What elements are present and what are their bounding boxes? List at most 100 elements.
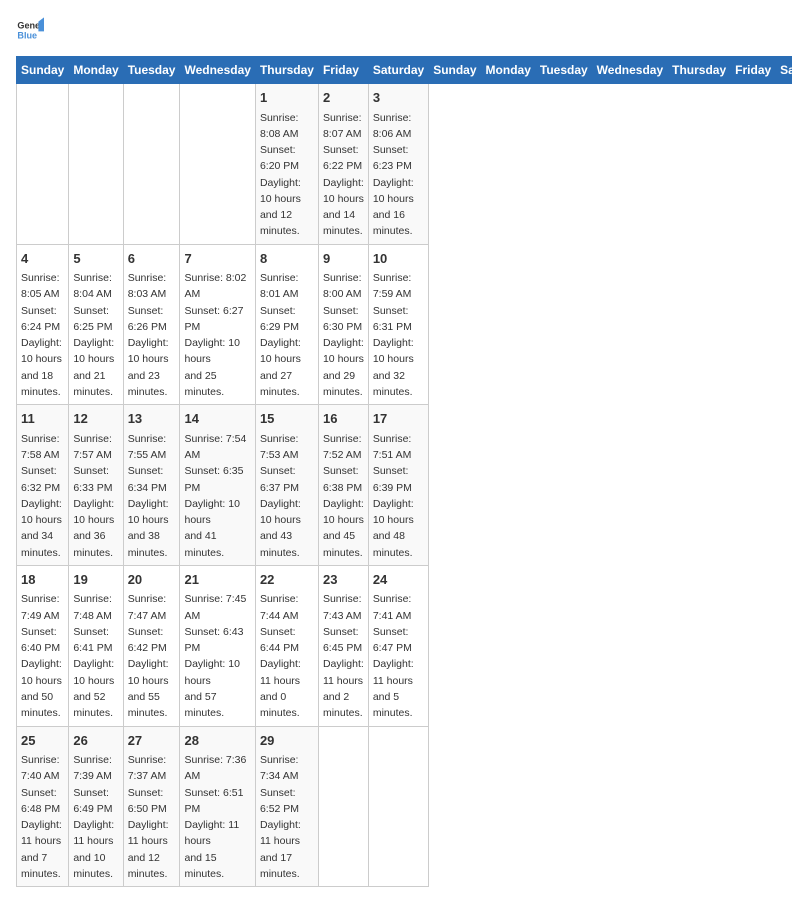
page-header: General Blue [16, 16, 776, 44]
day-number: 26 [73, 731, 118, 751]
calendar-cell: 18Sunrise: 7:49 AM Sunset: 6:40 PM Dayli… [17, 565, 69, 726]
day-info: Sunrise: 7:53 AM Sunset: 6:37 PM Dayligh… [260, 431, 314, 561]
calendar-cell: 5Sunrise: 8:04 AM Sunset: 6:25 PM Daylig… [69, 244, 123, 405]
day-number: 17 [373, 409, 424, 429]
calendar-cell: 17Sunrise: 7:51 AM Sunset: 6:39 PM Dayli… [368, 405, 428, 566]
header-day-friday: Friday [731, 57, 776, 84]
day-number: 8 [260, 249, 314, 269]
day-info: Sunrise: 8:04 AM Sunset: 6:25 PM Dayligh… [73, 270, 118, 400]
day-info: Sunrise: 8:08 AM Sunset: 6:20 PM Dayligh… [260, 110, 314, 240]
logo-icon: General Blue [16, 16, 44, 44]
header-tuesday: Tuesday [123, 57, 180, 84]
day-info: Sunrise: 7:44 AM Sunset: 6:44 PM Dayligh… [260, 591, 314, 721]
day-number: 14 [184, 409, 250, 429]
logo: General Blue [16, 16, 44, 44]
day-number: 1 [260, 88, 314, 108]
day-info: Sunrise: 7:37 AM Sunset: 6:50 PM Dayligh… [128, 752, 176, 882]
day-number: 10 [373, 249, 424, 269]
header-wednesday: Wednesday [180, 57, 255, 84]
day-info: Sunrise: 8:02 AM Sunset: 6:27 PM Dayligh… [184, 270, 250, 400]
calendar-week-row: 4Sunrise: 8:05 AM Sunset: 6:24 PM Daylig… [17, 244, 792, 405]
day-number: 13 [128, 409, 176, 429]
calendar-cell [180, 84, 255, 245]
day-number: 28 [184, 731, 250, 751]
day-info: Sunrise: 7:54 AM Sunset: 6:35 PM Dayligh… [184, 431, 250, 561]
day-number: 27 [128, 731, 176, 751]
day-info: Sunrise: 7:48 AM Sunset: 6:41 PM Dayligh… [73, 591, 118, 721]
calendar-cell [318, 726, 368, 887]
calendar-week-row: 11Sunrise: 7:58 AM Sunset: 6:32 PM Dayli… [17, 405, 792, 566]
calendar-cell [69, 84, 123, 245]
day-number: 23 [323, 570, 364, 590]
svg-text:Blue: Blue [17, 30, 37, 40]
header-day-wednesday: Wednesday [592, 57, 667, 84]
day-number: 24 [373, 570, 424, 590]
day-info: Sunrise: 7:49 AM Sunset: 6:40 PM Dayligh… [21, 591, 64, 721]
day-info: Sunrise: 7:43 AM Sunset: 6:45 PM Dayligh… [323, 591, 364, 721]
header-day-tuesday: Tuesday [535, 57, 592, 84]
calendar-cell: 26Sunrise: 7:39 AM Sunset: 6:49 PM Dayli… [69, 726, 123, 887]
calendar-cell: 12Sunrise: 7:57 AM Sunset: 6:33 PM Dayli… [69, 405, 123, 566]
calendar-week-row: 25Sunrise: 7:40 AM Sunset: 6:48 PM Dayli… [17, 726, 792, 887]
calendar-cell: 24Sunrise: 7:41 AM Sunset: 6:47 PM Dayli… [368, 565, 428, 726]
day-number: 11 [21, 409, 64, 429]
calendar-cell: 10Sunrise: 7:59 AM Sunset: 6:31 PM Dayli… [368, 244, 428, 405]
calendar-cell: 16Sunrise: 7:52 AM Sunset: 6:38 PM Dayli… [318, 405, 368, 566]
day-number: 16 [323, 409, 364, 429]
day-number: 25 [21, 731, 64, 751]
header-sunday: Sunday [17, 57, 69, 84]
day-info: Sunrise: 7:47 AM Sunset: 6:42 PM Dayligh… [128, 591, 176, 721]
header-thursday: Thursday [255, 57, 318, 84]
calendar-cell: 14Sunrise: 7:54 AM Sunset: 6:35 PM Dayli… [180, 405, 255, 566]
day-info: Sunrise: 7:41 AM Sunset: 6:47 PM Dayligh… [373, 591, 424, 721]
calendar-cell [17, 84, 69, 245]
calendar-cell: 4Sunrise: 8:05 AM Sunset: 6:24 PM Daylig… [17, 244, 69, 405]
day-info: Sunrise: 7:52 AM Sunset: 6:38 PM Dayligh… [323, 431, 364, 561]
calendar-table: SundayMondayTuesdayWednesdayThursdayFrid… [16, 56, 792, 887]
calendar-cell: 20Sunrise: 7:47 AM Sunset: 6:42 PM Dayli… [123, 565, 180, 726]
day-info: Sunrise: 7:58 AM Sunset: 6:32 PM Dayligh… [21, 431, 64, 561]
day-info: Sunrise: 7:51 AM Sunset: 6:39 PM Dayligh… [373, 431, 424, 561]
calendar-cell: 27Sunrise: 7:37 AM Sunset: 6:50 PM Dayli… [123, 726, 180, 887]
calendar-cell: 25Sunrise: 7:40 AM Sunset: 6:48 PM Dayli… [17, 726, 69, 887]
calendar-cell: 22Sunrise: 7:44 AM Sunset: 6:44 PM Dayli… [255, 565, 318, 726]
day-info: Sunrise: 8:03 AM Sunset: 6:26 PM Dayligh… [128, 270, 176, 400]
header-day-monday: Monday [481, 57, 535, 84]
day-number: 18 [21, 570, 64, 590]
day-info: Sunrise: 8:07 AM Sunset: 6:22 PM Dayligh… [323, 110, 364, 240]
header-day-thursday: Thursday [668, 57, 731, 84]
calendar-cell: 19Sunrise: 7:48 AM Sunset: 6:41 PM Dayli… [69, 565, 123, 726]
calendar-cell: 7Sunrise: 8:02 AM Sunset: 6:27 PM Daylig… [180, 244, 255, 405]
calendar-cell: 28Sunrise: 7:36 AM Sunset: 6:51 PM Dayli… [180, 726, 255, 887]
calendar-cell [368, 726, 428, 887]
calendar-cell: 29Sunrise: 7:34 AM Sunset: 6:52 PM Dayli… [255, 726, 318, 887]
day-info: Sunrise: 7:36 AM Sunset: 6:51 PM Dayligh… [184, 752, 250, 882]
day-number: 4 [21, 249, 64, 269]
day-number: 19 [73, 570, 118, 590]
calendar-cell [123, 84, 180, 245]
day-number: 2 [323, 88, 364, 108]
day-info: Sunrise: 7:57 AM Sunset: 6:33 PM Dayligh… [73, 431, 118, 561]
day-number: 29 [260, 731, 314, 751]
day-info: Sunrise: 7:55 AM Sunset: 6:34 PM Dayligh… [128, 431, 176, 561]
day-number: 7 [184, 249, 250, 269]
day-info: Sunrise: 8:06 AM Sunset: 6:23 PM Dayligh… [373, 110, 424, 240]
day-number: 20 [128, 570, 176, 590]
day-number: 22 [260, 570, 314, 590]
day-info: Sunrise: 7:34 AM Sunset: 6:52 PM Dayligh… [260, 752, 314, 882]
day-number: 12 [73, 409, 118, 429]
day-info: Sunrise: 7:40 AM Sunset: 6:48 PM Dayligh… [21, 752, 64, 882]
day-info: Sunrise: 8:01 AM Sunset: 6:29 PM Dayligh… [260, 270, 314, 400]
day-info: Sunrise: 8:05 AM Sunset: 6:24 PM Dayligh… [21, 270, 64, 400]
calendar-cell: 9Sunrise: 8:00 AM Sunset: 6:30 PM Daylig… [318, 244, 368, 405]
calendar-cell: 21Sunrise: 7:45 AM Sunset: 6:43 PM Dayli… [180, 565, 255, 726]
day-info: Sunrise: 8:00 AM Sunset: 6:30 PM Dayligh… [323, 270, 364, 400]
header-day-saturday: Saturday [776, 57, 792, 84]
calendar-cell: 3Sunrise: 8:06 AM Sunset: 6:23 PM Daylig… [368, 84, 428, 245]
calendar-cell: 6Sunrise: 8:03 AM Sunset: 6:26 PM Daylig… [123, 244, 180, 405]
calendar-header-row: SundayMondayTuesdayWednesdayThursdayFrid… [17, 57, 792, 84]
calendar-cell: 23Sunrise: 7:43 AM Sunset: 6:45 PM Dayli… [318, 565, 368, 726]
header-monday: Monday [69, 57, 123, 84]
calendar-cell: 8Sunrise: 8:01 AM Sunset: 6:29 PM Daylig… [255, 244, 318, 405]
calendar-week-row: 1Sunrise: 8:08 AM Sunset: 6:20 PM Daylig… [17, 84, 792, 245]
